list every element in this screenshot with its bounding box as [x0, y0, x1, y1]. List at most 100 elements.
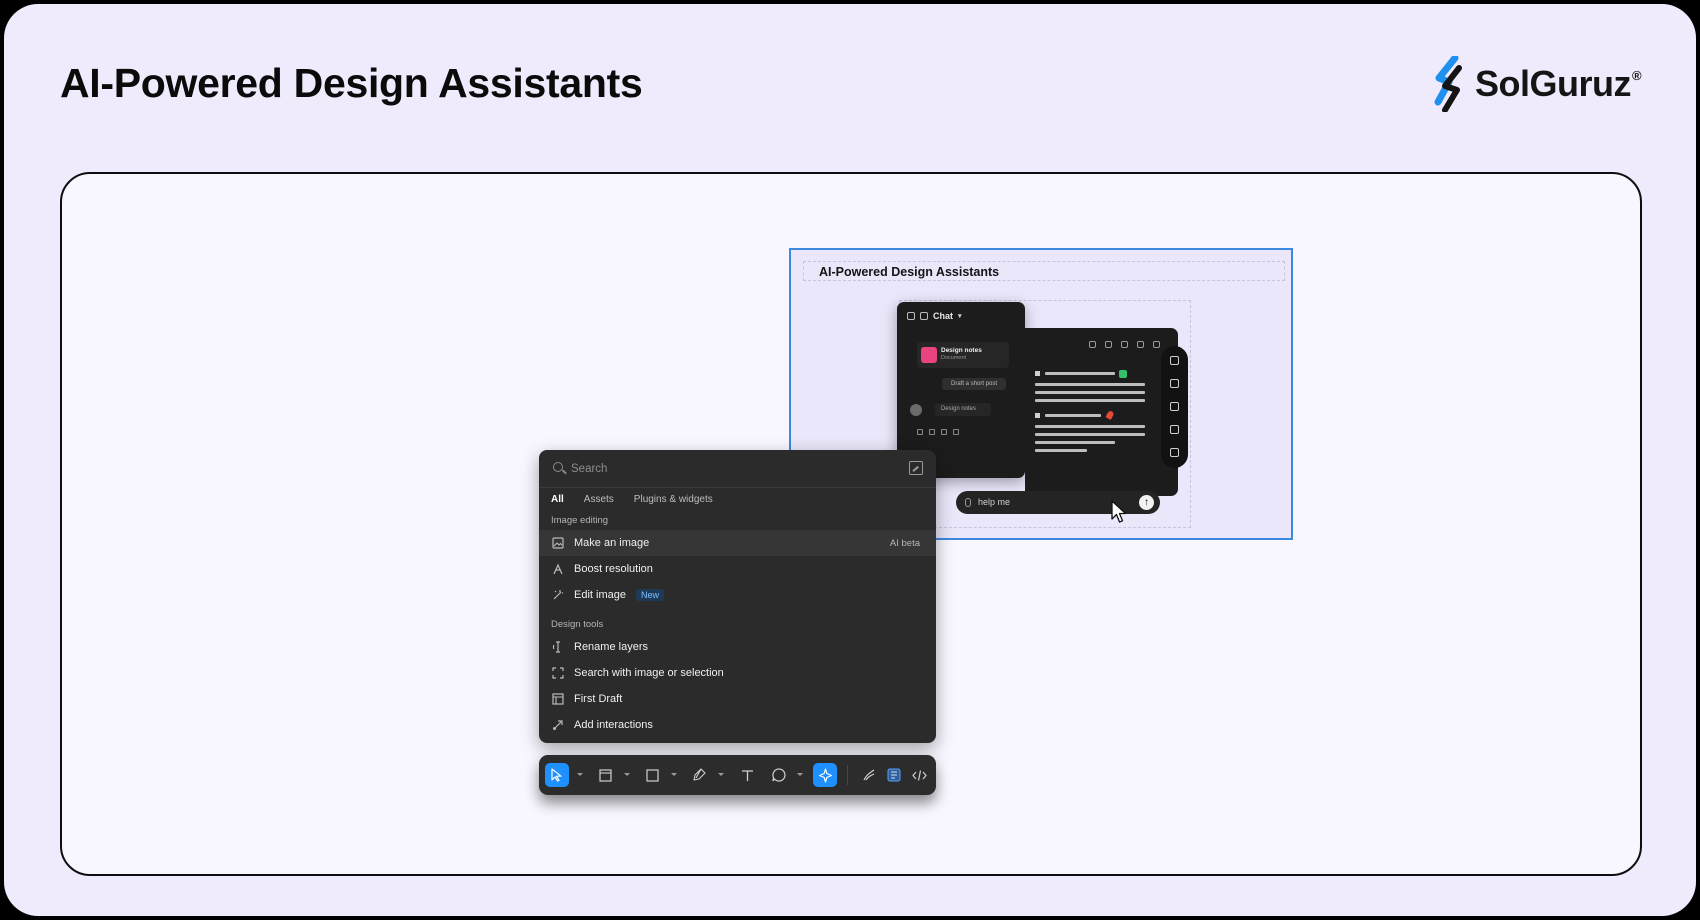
new-chat-icon[interactable]: [920, 312, 928, 320]
logo-text: SolGuruz: [1475, 63, 1632, 104]
tab-all[interactable]: All: [551, 494, 564, 505]
move-icon[interactable]: [545, 763, 569, 787]
doc-line: [1035, 433, 1145, 436]
file-chip[interactable]: Design notes: [935, 403, 991, 416]
speaker-icon[interactable]: [917, 429, 923, 435]
copy-icon[interactable]: [929, 429, 935, 435]
search-input[interactable]: [571, 459, 871, 478]
comment-icon[interactable]: [767, 763, 791, 787]
doc-bullet: [1035, 413, 1040, 418]
attach-icon[interactable]: [965, 498, 971, 507]
search-bar: [539, 450, 936, 488]
registered-mark: ®: [1632, 68, 1642, 83]
new-badge: New: [635, 589, 664, 601]
doc-line: [1045, 372, 1115, 375]
chevron-down-icon[interactable]: [718, 773, 724, 776]
panel-tabs: All Assets Plugins & widgets: [551, 494, 713, 505]
chevron-down-icon[interactable]: [797, 773, 803, 776]
undo-icon[interactable]: [1105, 341, 1112, 348]
quick-actions-panel: All Assets Plugins & widgets Image editi…: [539, 450, 936, 743]
menu-item-add-interactions[interactable]: Add interactions: [539, 712, 936, 738]
bottom-toolbar: [539, 755, 936, 795]
chevron-down-icon[interactable]: [624, 773, 630, 776]
assistant-avatar: [910, 404, 922, 416]
document-icon: [921, 347, 937, 363]
doc-line: [1035, 449, 1087, 452]
history-icon[interactable]: [1089, 341, 1096, 348]
logo: SolGuruz ®: [1429, 56, 1642, 112]
boost-icon: [552, 563, 564, 575]
tab-assets[interactable]: Assets: [584, 494, 614, 505]
rename-icon: [552, 641, 564, 653]
chat-mode-label[interactable]: Chat: [933, 311, 953, 321]
menu-item-boost-resolution[interactable]: Boost resolution: [539, 556, 936, 582]
card-title: Design notes: [941, 347, 982, 354]
menu-item-label: Boost resolution: [574, 563, 653, 575]
tag-icon[interactable]: [1170, 379, 1179, 388]
menu-item-label: Search with image or selection: [574, 667, 724, 679]
list-icon[interactable]: [1170, 425, 1179, 434]
edit-icon[interactable]: [1170, 448, 1179, 457]
code-icon[interactable]: [907, 763, 931, 787]
thumbs-up-icon[interactable]: [941, 429, 947, 435]
menu-item-label: First Draft: [574, 693, 623, 705]
layout-icon: [552, 693, 564, 705]
canvas-frame-title: AI-Powered Design Assistants: [803, 261, 1285, 281]
mouse-cursor-icon: [1111, 500, 1127, 523]
menu-item-rename-layers[interactable]: Rename layers: [539, 634, 936, 660]
frame-icon[interactable]: [593, 763, 617, 787]
doc-line: [1035, 441, 1115, 444]
doc-line: [1045, 414, 1101, 417]
scan-icon: [552, 667, 564, 679]
chat-input-text[interactable]: help me: [978, 497, 1010, 507]
chevron-down-icon[interactable]: [577, 773, 583, 776]
chat-document-card[interactable]: Design notes Document: [917, 342, 1009, 368]
dev-mode-icon[interactable]: [882, 763, 906, 787]
menu-item-make-an-image[interactable]: Make an image AI beta: [539, 530, 936, 556]
doc-line: [1035, 383, 1145, 386]
share-icon[interactable]: [1153, 341, 1160, 348]
menu-item-search-with-image[interactable]: Search with image or selection: [539, 660, 936, 686]
rectangle-icon[interactable]: [640, 763, 664, 787]
pen-icon[interactable]: [687, 763, 711, 787]
redo-icon[interactable]: [1121, 341, 1128, 348]
draw-icon[interactable]: [857, 763, 881, 787]
menu-item-label: Add interactions: [574, 719, 653, 731]
magic-wand-icon: [552, 589, 564, 601]
solguruz-logo-icon: [1434, 56, 1462, 112]
image-icon: [552, 537, 564, 549]
section-label-image-editing: Image editing: [551, 515, 609, 526]
hand-icon[interactable]: [1170, 356, 1179, 365]
sidebar-toggle-icon[interactable]: [907, 312, 915, 320]
image-search-icon[interactable]: [909, 461, 923, 475]
check-icon: [1119, 370, 1127, 378]
slide-title: AI-Powered Design Assistants: [60, 60, 643, 106]
pin-icon: [1105, 410, 1115, 420]
prompt-chip[interactable]: Draft a short post: [942, 378, 1006, 390]
send-icon[interactable]: ↑: [1139, 495, 1154, 510]
interactions-icon: [552, 719, 564, 731]
doc-line: [1035, 399, 1145, 402]
document-preview: [1025, 328, 1178, 496]
search-icon: [553, 462, 563, 472]
menu-item-label: Make an image: [574, 537, 650, 549]
side-tool-bar: [1161, 346, 1188, 468]
doc-line: [1035, 425, 1145, 428]
document-toolbar: [1089, 341, 1160, 348]
book-icon[interactable]: [1170, 402, 1179, 411]
menu-item-edit-image[interactable]: Edit image New: [539, 582, 936, 608]
chat-header: Chat ▾: [907, 311, 962, 321]
chat-input-bar[interactable]: help me ↑: [956, 491, 1160, 514]
tab-plugins-widgets[interactable]: Plugins & widgets: [634, 494, 713, 505]
thumbs-down-icon[interactable]: [953, 429, 959, 435]
toolbar-divider: [847, 765, 848, 785]
chevron-down-icon[interactable]: ▾: [958, 312, 962, 320]
duplicate-icon[interactable]: [1137, 341, 1144, 348]
actions-icon[interactable]: [813, 763, 837, 787]
ai-beta-badge: AI beta: [889, 537, 920, 549]
text-icon[interactable]: [735, 763, 759, 787]
menu-item-first-draft[interactable]: First Draft: [539, 686, 936, 712]
menu-item-label: Edit image: [574, 589, 626, 601]
section-label-design-tools: Design tools: [551, 619, 604, 630]
chevron-down-icon[interactable]: [671, 773, 677, 776]
